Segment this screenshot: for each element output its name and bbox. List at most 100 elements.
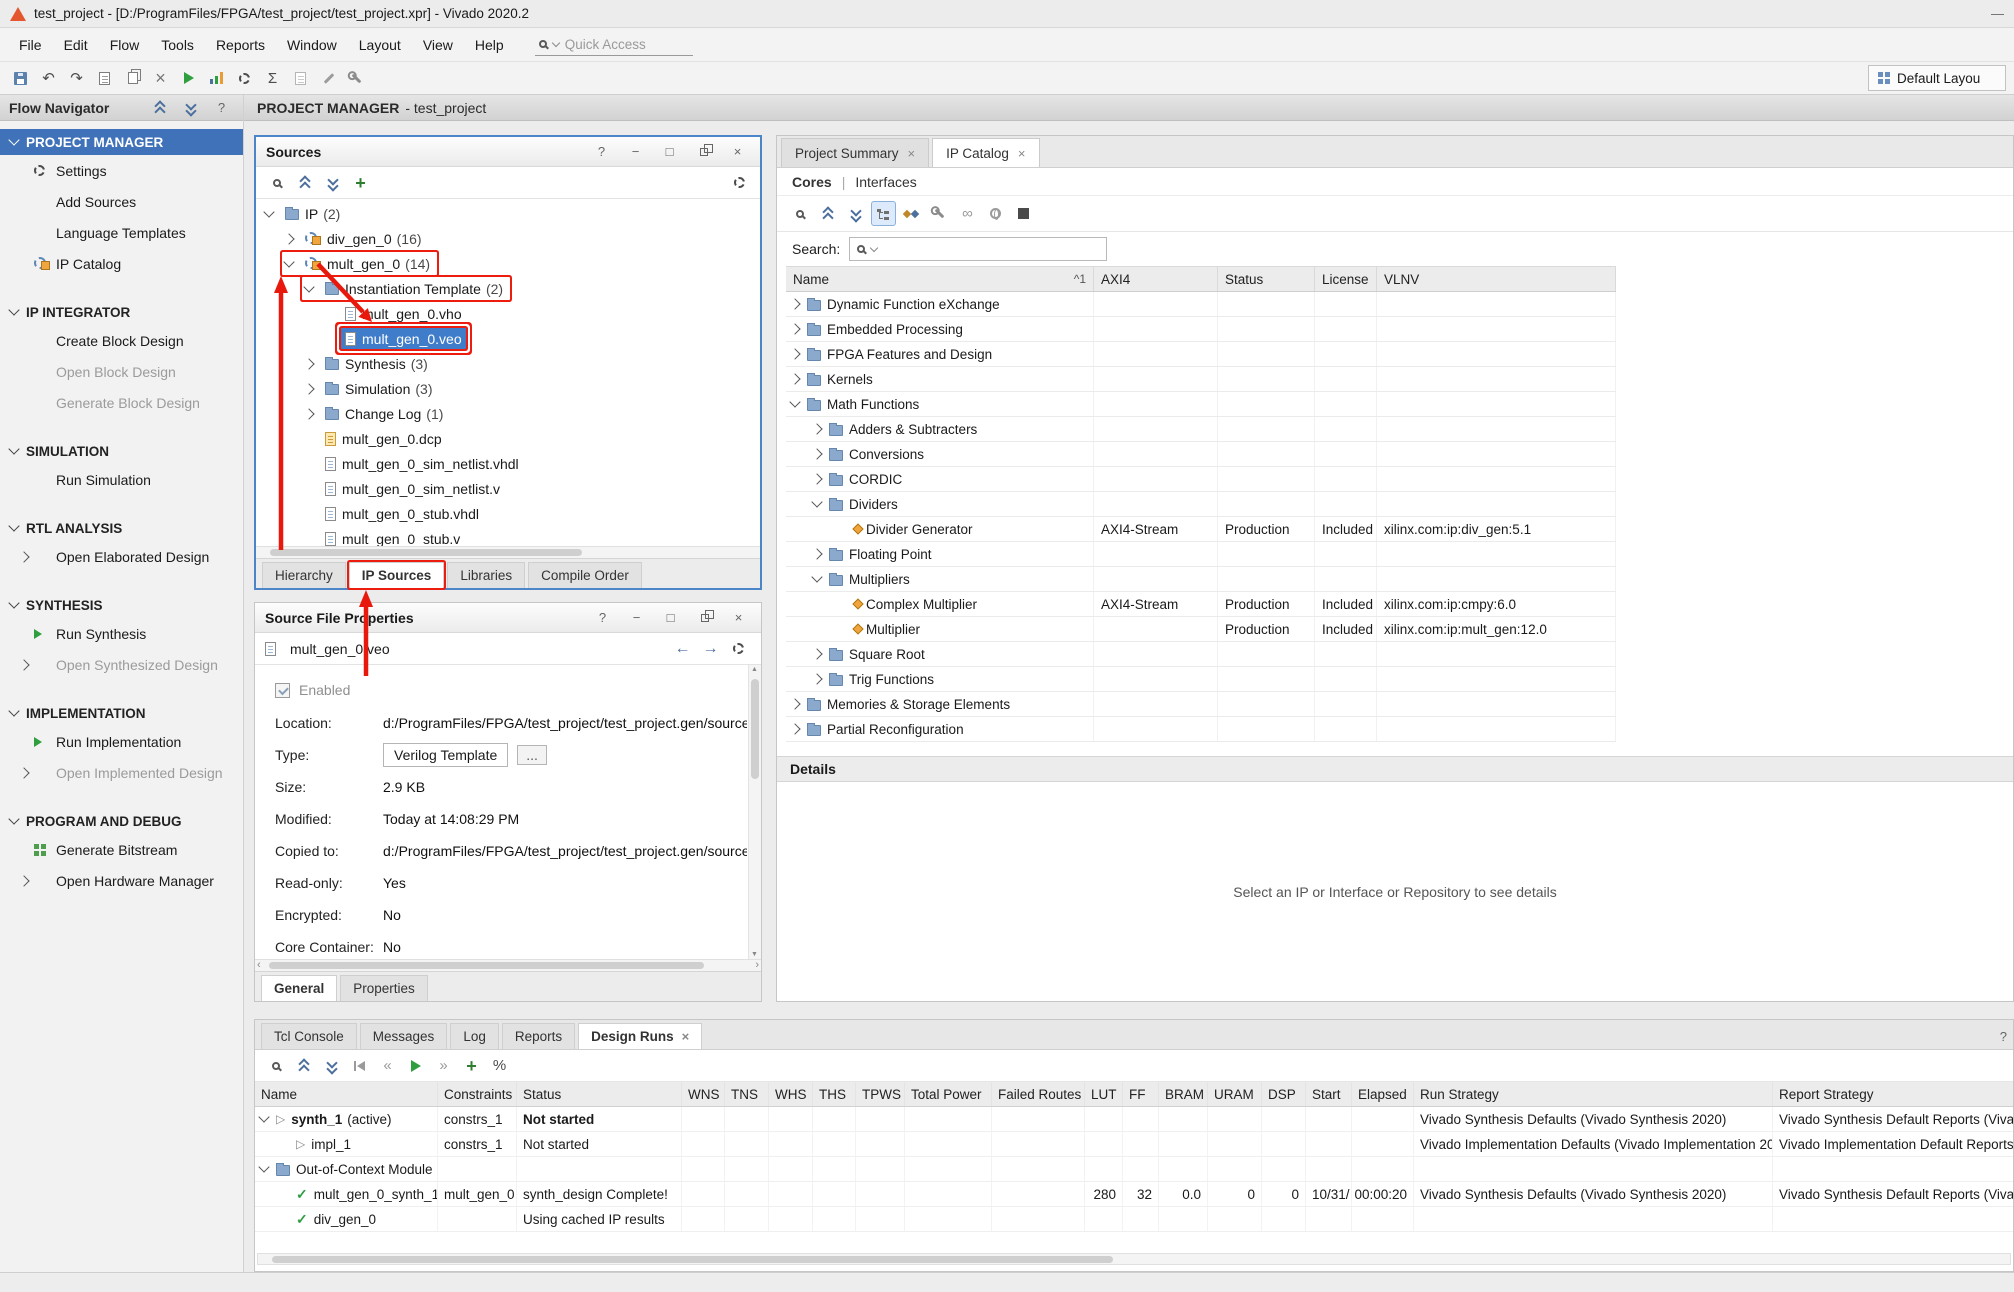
maximize-icon[interactable]: □ xyxy=(658,605,683,630)
delete-icon[interactable]: × xyxy=(148,66,173,91)
add-icon[interactable]: + xyxy=(348,170,373,195)
steps-icon[interactable] xyxy=(204,66,229,91)
runs-col-status[interactable]: Status xyxy=(517,1082,682,1106)
add-icon[interactable]: + xyxy=(459,1053,484,1078)
enabled-checkbox[interactable] xyxy=(275,683,290,698)
editor-tab-ip-catalog[interactable]: IP Catalog× xyxy=(932,138,1039,167)
runs-col-whs[interactable]: WHS xyxy=(769,1082,813,1106)
catalog-row-embedded-processing[interactable]: Embedded Processing xyxy=(786,317,1616,342)
browse-button[interactable]: ... xyxy=(517,745,547,765)
runs-col-constraints[interactable]: Constraints xyxy=(438,1082,517,1106)
tree-node-mult-gen-0-dcp[interactable]: mult_gen_0.dcp xyxy=(256,426,760,451)
expand-icon[interactable] xyxy=(319,1053,344,1078)
catalog-row-adders-subtracters[interactable]: Adders & Subtracters xyxy=(786,417,1616,442)
runs-col-report-strategy[interactable]: Report Strategy xyxy=(1773,1082,2014,1106)
catalog-row-dynamic-function-exchange[interactable]: Dynamic Function eXchange xyxy=(786,292,1616,317)
expand-icon[interactable] xyxy=(178,95,203,120)
bottom-tab-reports[interactable]: Reports xyxy=(502,1023,575,1049)
stop-icon[interactable] xyxy=(1011,201,1036,226)
arrow-right-icon[interactable]: → xyxy=(698,636,723,661)
tree-node-synthesis[interactable]: Synthesis(3) xyxy=(256,351,760,376)
menu-window[interactable]: Window xyxy=(276,28,348,61)
help-icon[interactable]: ? xyxy=(2000,1028,2007,1044)
flow-item-generate-block-design[interactable]: Generate Block Design xyxy=(0,387,243,418)
catalog-col-axi4[interactable]: AXI4 xyxy=(1094,267,1218,291)
catalog-col-name[interactable]: Name^1 xyxy=(786,267,1094,291)
tree-node-mult-gen-0[interactable]: mult_gen_0(14) xyxy=(256,251,760,276)
probe-icon[interactable] xyxy=(344,66,369,91)
catalog-row-square-root[interactable]: Square Root xyxy=(786,642,1616,667)
runs-col-wns[interactable]: WNS xyxy=(682,1082,725,1106)
sfp-tab-general[interactable]: General xyxy=(261,975,337,1001)
chevron-right-icon[interactable] xyxy=(789,723,800,734)
chevron-right-icon[interactable] xyxy=(811,648,822,659)
sum-icon[interactable]: Σ xyxy=(260,66,285,91)
editor-tab-project-summary[interactable]: Project Summary× xyxy=(781,138,929,167)
run-row-mult-gen-0-synth-1[interactable]: ✓mult_gen_0_synth_1mult_gen_0synth_desig… xyxy=(255,1182,2013,1207)
tree-node-change-log[interactable]: Change Log(1) xyxy=(256,401,760,426)
float-icon[interactable] xyxy=(691,139,716,164)
catalog-row-trig-functions[interactable]: Trig Functions xyxy=(786,667,1616,692)
help-icon[interactable]: ? xyxy=(209,95,234,120)
catalog-row-dividers[interactable]: Dividers xyxy=(786,492,1616,517)
chevron-right-icon[interactable] xyxy=(283,233,294,244)
arrow-left-icon[interactable]: ← xyxy=(670,636,695,661)
chevron-down-icon[interactable] xyxy=(283,256,294,267)
run-row-div-gen-0[interactable]: ✓div_gen_0Using cached IP results xyxy=(255,1207,2013,1232)
bottom-tab-log[interactable]: Log xyxy=(450,1023,499,1049)
scroll-left-icon[interactable]: ‹ xyxy=(257,959,261,971)
catalog-row-multipliers[interactable]: Multipliers xyxy=(786,567,1616,592)
flow-section-program-and-debug[interactable]: PROGRAM AND DEBUG xyxy=(0,808,243,834)
flow-section-project-manager[interactable]: PROJECT MANAGER xyxy=(0,129,243,155)
tree-node-ip[interactable]: IP(2) xyxy=(256,201,760,226)
sfp-panel-header[interactable]: Source File Properties ?−□× xyxy=(255,603,761,633)
catalog-row-complex-multiplier[interactable]: Complex MultiplierAXI4-StreamProductionI… xyxy=(786,592,1616,617)
flow-item-run-simulation[interactable]: Run Simulation xyxy=(0,464,243,495)
runs-col-tns[interactable]: TNS xyxy=(725,1082,769,1106)
flow-item-open-block-design[interactable]: Open Block Design xyxy=(0,356,243,387)
flow-item-open-hardware-manager[interactable]: Open Hardware Manager xyxy=(0,865,243,896)
collapse-icon[interactable] xyxy=(291,1053,316,1078)
edit-icon[interactable] xyxy=(316,66,341,91)
bottom-tab-design-runs[interactable]: Design Runs× xyxy=(578,1023,702,1049)
close-icon[interactable]: × xyxy=(726,605,751,630)
flow-item-generate-bitstream[interactable]: Generate Bitstream xyxy=(0,834,243,865)
maximize-icon[interactable]: □ xyxy=(657,139,682,164)
link-icon[interactable]: ∞ xyxy=(955,201,980,226)
sources-tab-compile-order[interactable]: Compile Order xyxy=(528,562,642,588)
runs-col-ths[interactable]: THS xyxy=(813,1082,856,1106)
chevron-right-icon[interactable] xyxy=(789,373,800,384)
float-icon[interactable] xyxy=(692,605,717,630)
interfaces-icon[interactable] xyxy=(899,201,924,226)
flow-section-synthesis[interactable]: SYNTHESIS xyxy=(0,592,243,618)
run-row-out-of-context-module-runs[interactable]: Out-of-Context Module Runs xyxy=(255,1157,2013,1182)
catalog-row-partial-reconfiguration[interactable]: Partial Reconfiguration xyxy=(786,717,1616,742)
close-icon[interactable]: × xyxy=(725,139,750,164)
runs-col-run-strategy[interactable]: Run Strategy xyxy=(1414,1082,1773,1106)
chevron-right-icon[interactable] xyxy=(303,408,314,419)
chevron-right-icon[interactable] xyxy=(811,473,822,484)
flow-section-ip-integrator[interactable]: IP INTEGRATOR xyxy=(0,299,243,325)
catalog-search-input[interactable] xyxy=(849,237,1107,261)
tree-node-simulation[interactable]: Simulation(3) xyxy=(256,376,760,401)
tree-node-mult-gen-0-veo[interactable]: mult_gen_0.veo xyxy=(256,326,760,351)
search-icon[interactable] xyxy=(264,170,289,195)
minimize-window-icon[interactable]: — xyxy=(1991,7,2004,20)
chevron-right-icon[interactable] xyxy=(789,298,800,309)
runs-col-dsp[interactable]: DSP xyxy=(1262,1082,1306,1106)
runs-col-total-power[interactable]: Total Power xyxy=(905,1082,992,1106)
tree-node-instantiation-template[interactable]: Instantiation Template(2) xyxy=(256,276,760,301)
world-icon[interactable] xyxy=(983,201,1008,226)
chevron-down-icon[interactable] xyxy=(789,396,800,407)
catalog-col-vlnv[interactable]: VLNV xyxy=(1377,267,1616,291)
save-icon[interactable] xyxy=(8,66,33,91)
help-icon[interactable]: ? xyxy=(590,605,615,630)
chevron-right-icon[interactable] xyxy=(789,348,800,359)
sources-horizontal-scrollbar[interactable] xyxy=(256,546,760,558)
tree-node-div-gen-0[interactable]: div_gen_0(16) xyxy=(256,226,760,251)
chevron-down-icon[interactable] xyxy=(811,496,822,507)
tree-node-mult-gen-0-sim-netlist-v[interactable]: mult_gen_0_sim_netlist.v xyxy=(256,476,760,501)
tree-node-mult-gen-0-stub-vhdl[interactable]: mult_gen_0_stub.vhdl xyxy=(256,501,760,526)
chevron-down-icon[interactable] xyxy=(263,206,274,217)
flow-section-implementation[interactable]: IMPLEMENTATION xyxy=(0,700,243,726)
